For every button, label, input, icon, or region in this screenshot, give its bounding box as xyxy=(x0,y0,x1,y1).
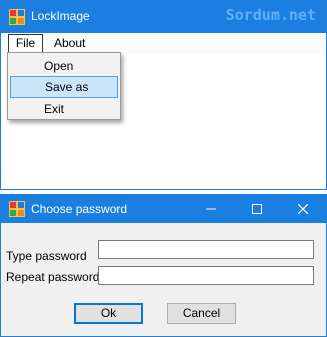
dialog-titlebar[interactable]: Choose password xyxy=(1,195,326,223)
file-dropdown-menu: Open Save as Exit xyxy=(7,52,121,120)
menu-file[interactable]: File xyxy=(8,34,43,53)
repeat-password-input[interactable] xyxy=(98,266,314,285)
menubar: File About xyxy=(1,33,326,54)
close-button[interactable] xyxy=(280,195,326,223)
minimize-icon xyxy=(206,208,216,210)
main-titlebar[interactable]: LockImage Sordum.net xyxy=(1,1,326,33)
watermark: Sordum.net xyxy=(225,6,316,24)
window-title: LockImage xyxy=(31,9,90,23)
ok-button[interactable]: Ok xyxy=(74,303,143,324)
repeat-password-label: Repeat password xyxy=(6,270,100,284)
cancel-button[interactable]: Cancel xyxy=(167,303,236,324)
type-password-input[interactable] xyxy=(98,240,314,259)
menu-item-open[interactable]: Open xyxy=(10,55,118,77)
app-icon xyxy=(9,9,25,25)
menu-about[interactable]: About xyxy=(46,34,93,53)
choose-password-dialog: Choose password Type password Repeat pas… xyxy=(0,194,327,337)
minimize-button[interactable] xyxy=(188,195,234,223)
maximize-icon xyxy=(252,204,262,214)
dialog-title: Choose password xyxy=(31,202,128,216)
dialog-app-icon xyxy=(9,201,25,217)
close-icon xyxy=(298,204,308,214)
menu-item-save-as[interactable]: Save as xyxy=(10,76,118,98)
menu-item-exit[interactable]: Exit xyxy=(10,98,118,120)
maximize-button[interactable] xyxy=(234,195,280,223)
type-password-label: Type password xyxy=(6,249,87,263)
